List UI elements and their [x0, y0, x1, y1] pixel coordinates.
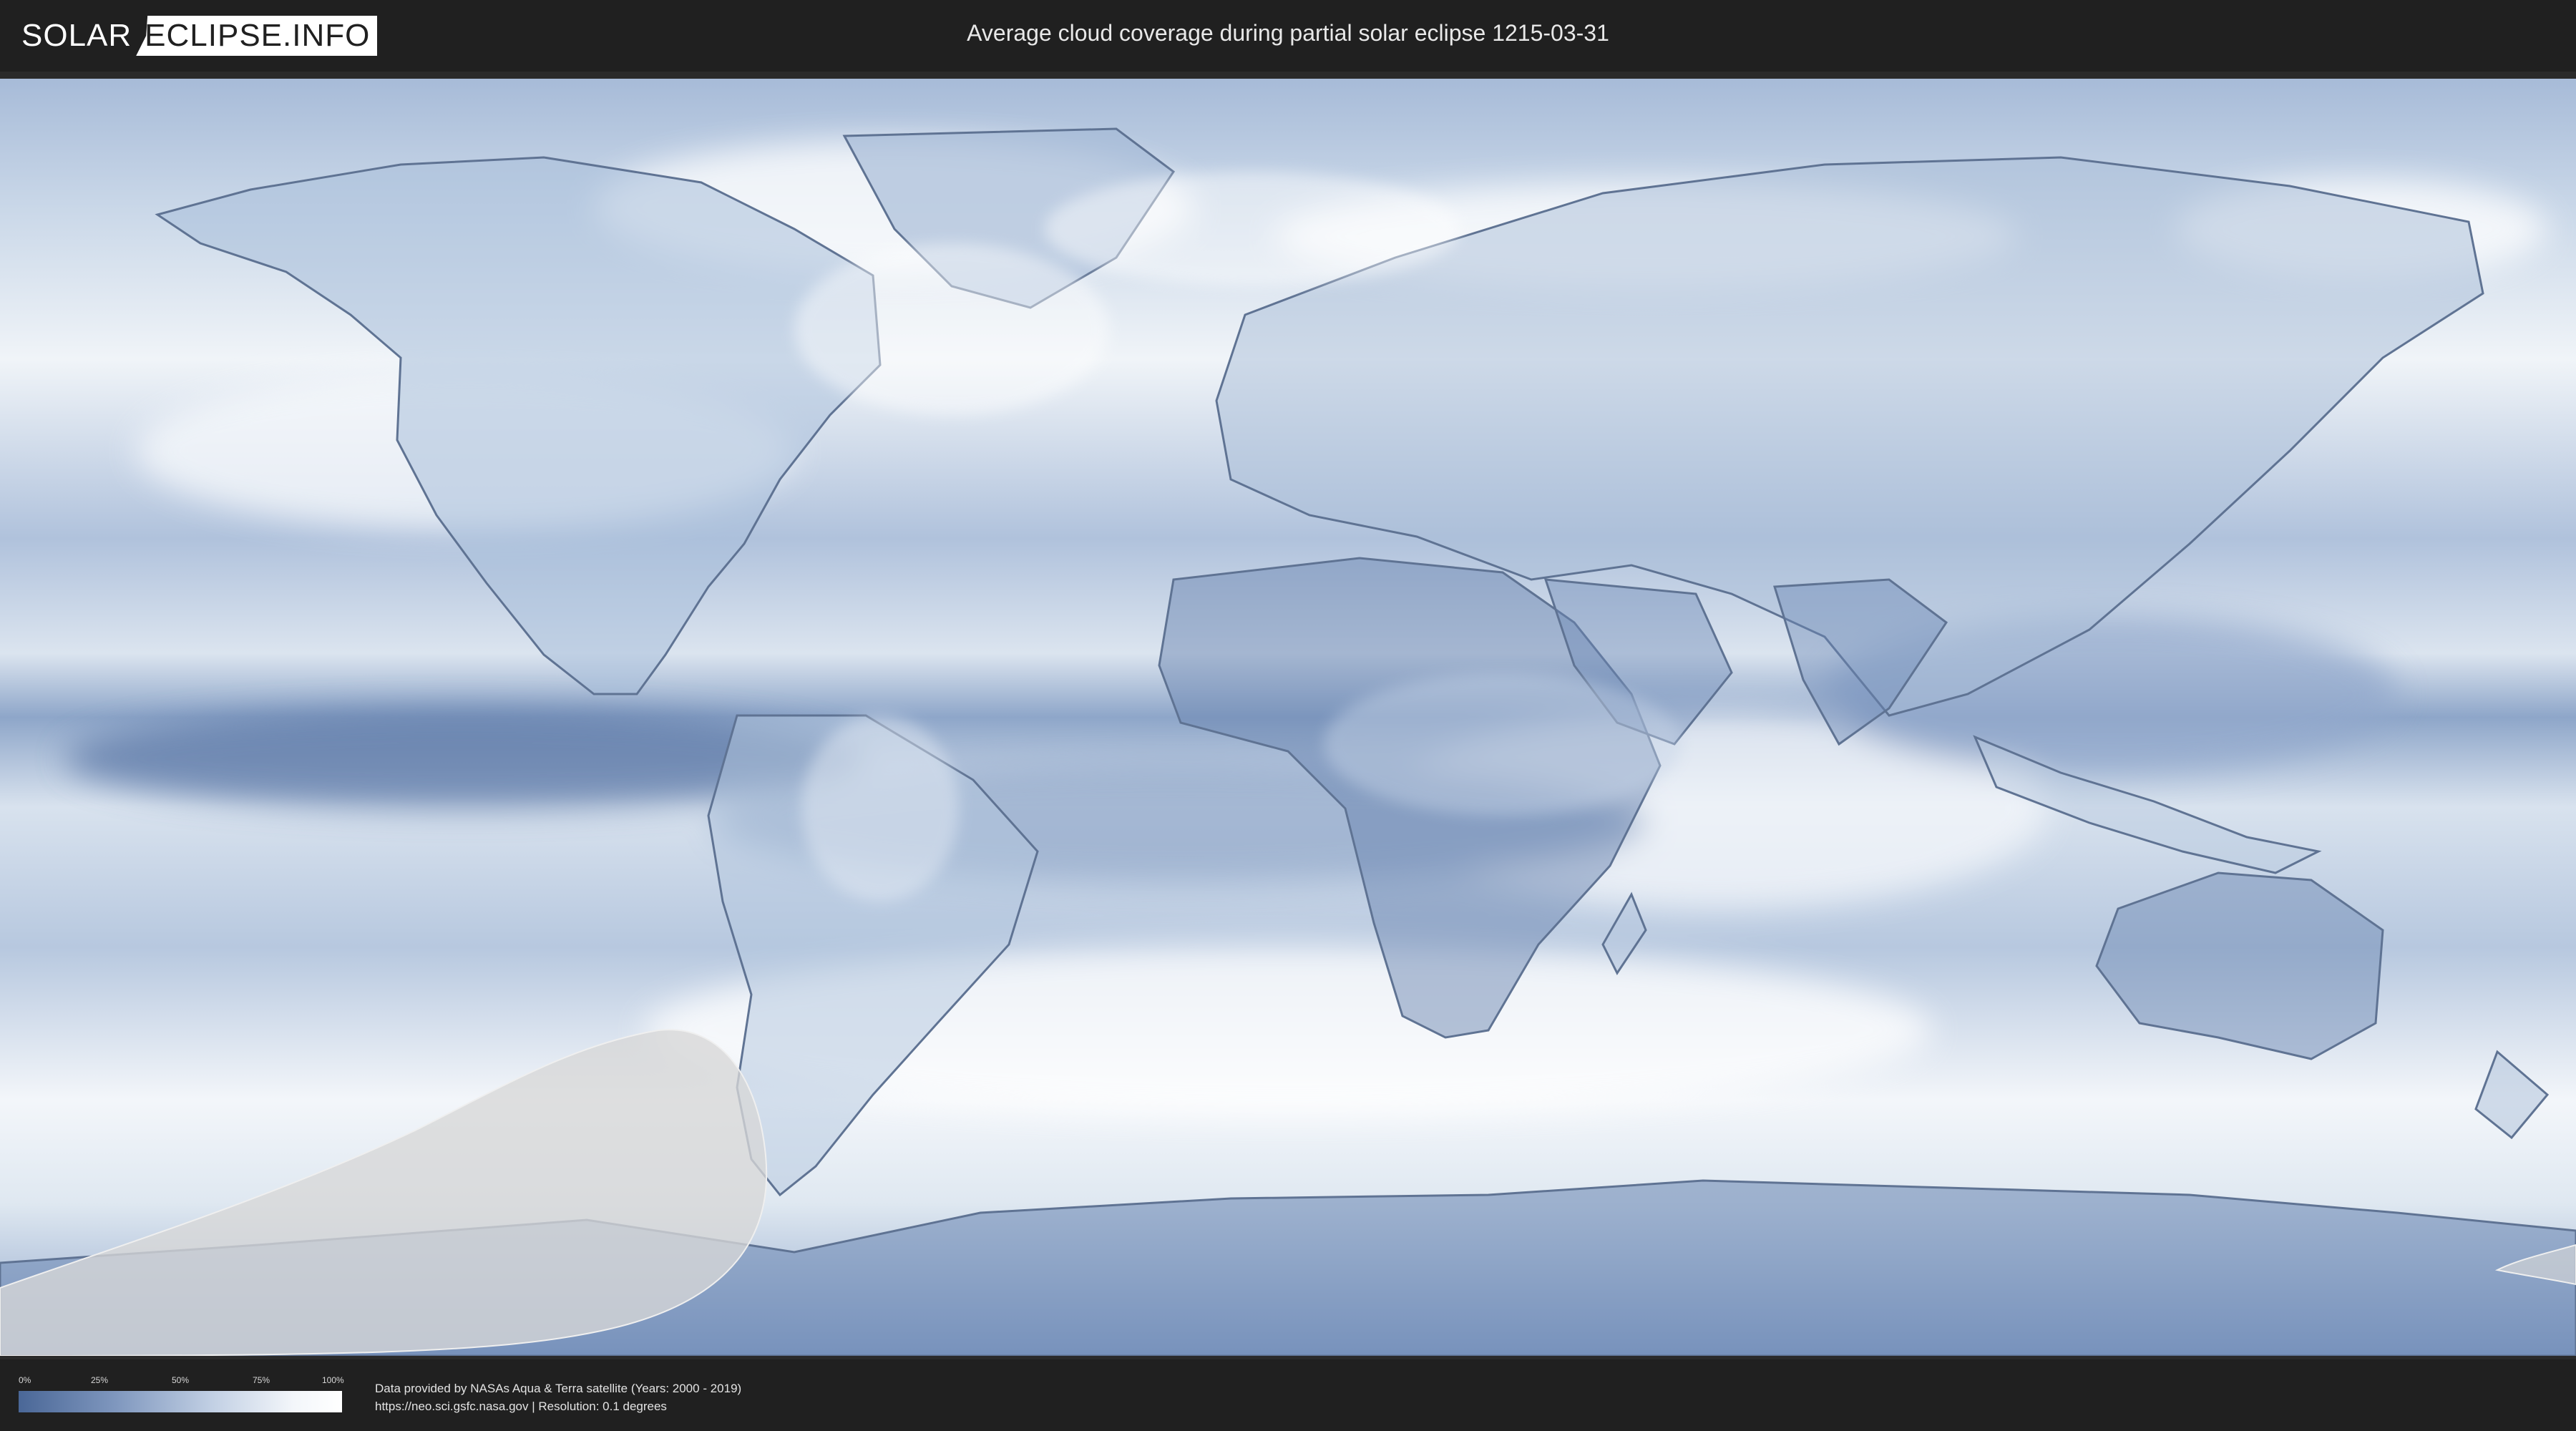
source-line-2: https://neo.sci.gsfc.nasa.gov | Resoluti… [375, 1400, 667, 1413]
legend-tick: 75% [253, 1375, 270, 1385]
legend-tick: 25% [91, 1375, 109, 1385]
legend-tick: 0% [19, 1375, 31, 1385]
legend-color-bar [19, 1391, 342, 1412]
footer-bar: 0% 25% 50% 75% 100% Data provided by NAS… [0, 1359, 2576, 1431]
cloud-coverage-map [0, 79, 2576, 1356]
cloud-coverage-legend: 0% 25% 50% 75% 100% [19, 1375, 344, 1415]
source-line-1: Data provided by NASAs Aqua & Terra sate… [375, 1382, 742, 1395]
map-frame [0, 72, 2576, 1359]
legend-tick: 100% [322, 1375, 344, 1385]
data-source: Data provided by NASAs Aqua & Terra sate… [375, 1379, 741, 1415]
header-bar: SOLAR ECLIPSE.INFO Average cloud coverag… [0, 0, 2576, 72]
legend-ticks: 0% 25% 50% 75% 100% [19, 1375, 344, 1387]
legend-tick: 50% [172, 1375, 190, 1385]
page-title: Average cloud coverage during partial so… [967, 20, 1609, 46]
